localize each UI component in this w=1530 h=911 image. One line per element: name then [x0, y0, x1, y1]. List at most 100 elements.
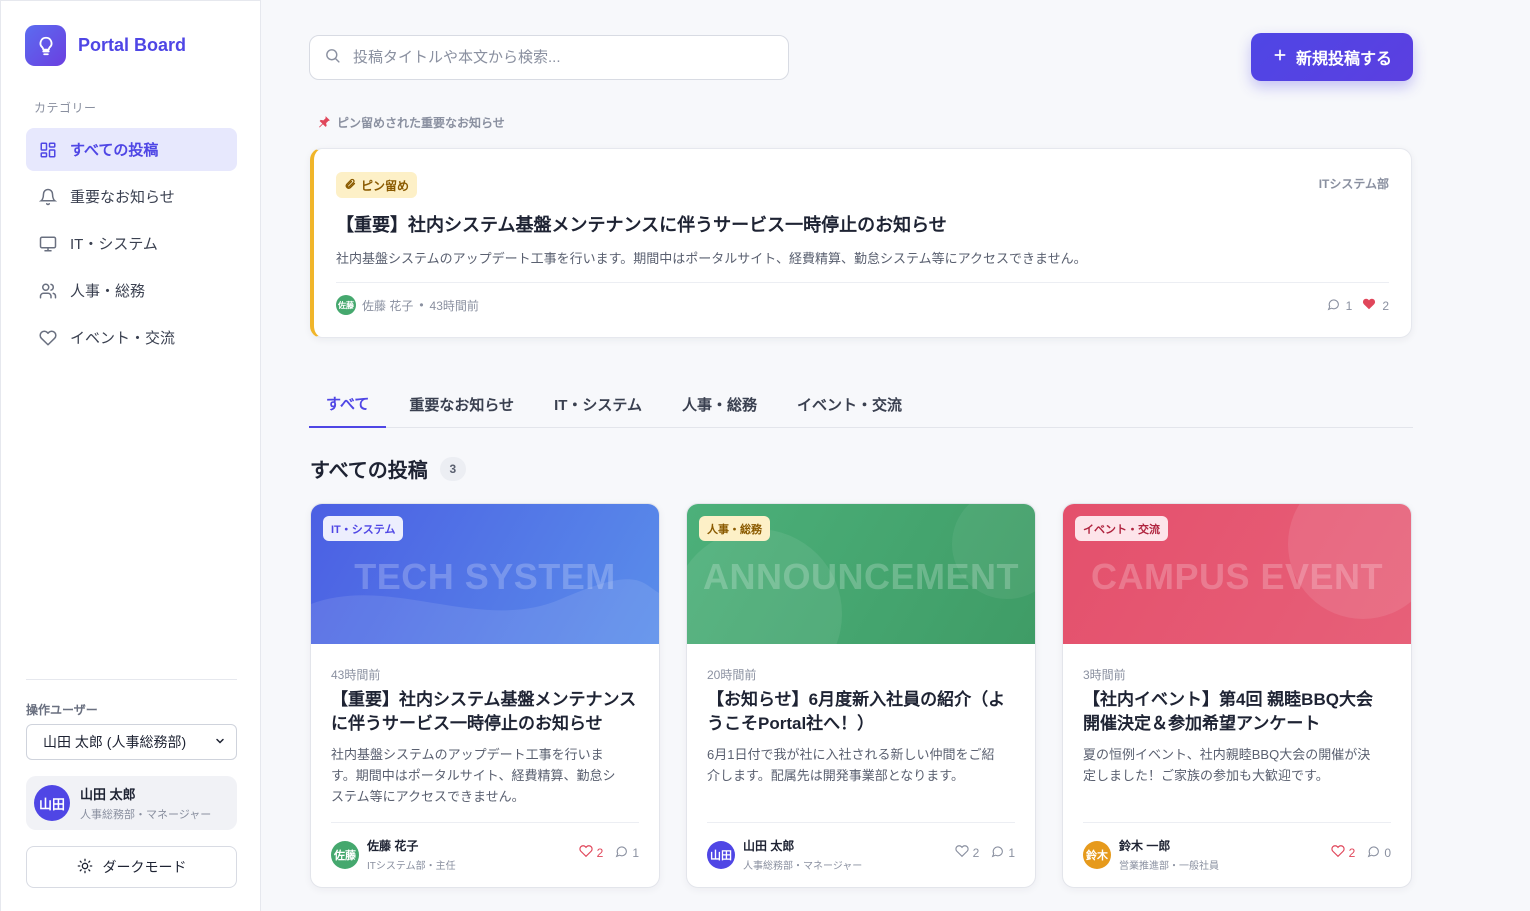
post-author: 鈴木 鈴木 一郎 営業推進部・一般社員	[1083, 837, 1219, 872]
section-header: すべての投稿 3	[310, 454, 466, 483]
post-time: 3時間前	[1083, 668, 1126, 682]
search-input[interactable]	[353, 49, 753, 66]
avatar: 山田	[707, 840, 735, 869]
sidebar: Portal Board カテゴリー すべての投稿 重要なお知らせ IT・システ…	[0, 0, 261, 911]
pinned-meta: 佐藤 佐藤 花子 • 43時間前	[336, 295, 479, 315]
heart-icon[interactable]	[954, 844, 969, 861]
card-hero: CAMPUS EVENT イベント・交流	[1063, 504, 1411, 644]
pinned-section-text: ピン留めされた重要なお知らせ	[337, 116, 505, 130]
category-tabs: すべて 重要なお知らせ IT・システム 人事・総務 イベント・交流	[309, 380, 1413, 428]
avatar: 鈴木	[1083, 840, 1111, 869]
sidebar-item-label: すべての投稿	[70, 142, 159, 159]
category-badge: 人事・総務	[699, 516, 770, 541]
section-title: すべての投稿	[310, 460, 428, 482]
comment-count: 1	[632, 845, 639, 860]
tab-it-system[interactable]: IT・システム	[537, 380, 659, 428]
sidebar-item-hr[interactable]: 人事・総務	[26, 269, 237, 312]
search-icon	[324, 47, 341, 69]
sidebar-item-important[interactable]: 重要なお知らせ	[26, 175, 237, 218]
card-divider	[1083, 822, 1391, 823]
post-time: 43時間前	[331, 668, 381, 682]
lightbulb-icon	[25, 25, 66, 66]
post-excerpt: 社内基盤システムのアップデート工事を行います。期間中はポータルサイト、経費精算、…	[331, 747, 616, 804]
comment-count: 0	[1384, 845, 1391, 860]
author-name: 鈴木 一郎	[1119, 839, 1171, 853]
heart-icon[interactable]	[578, 844, 593, 861]
pinned-post-card[interactable]: ピン留め ITシステム部 【重要】社内システム基盤メンテナンスに伴うサービス一時…	[310, 148, 1412, 338]
sidebar-item-all-posts[interactable]: すべての投稿	[26, 128, 237, 171]
sun-icon	[77, 858, 93, 877]
card-hero: TECH SYSTEM IT・システム	[311, 504, 659, 644]
pinned-badge: ピン留め	[336, 172, 418, 198]
tab-important[interactable]: 重要なお知らせ	[392, 380, 531, 428]
category-badge: IT・システム	[323, 516, 404, 541]
dark-mode-button[interactable]: ダークモード	[26, 846, 237, 888]
heart-icon	[38, 328, 58, 348]
tab-all[interactable]: すべて	[309, 380, 387, 428]
current-user-name: 山田 太郎	[80, 787, 136, 802]
sidebar-item-it-system[interactable]: IT・システム	[26, 222, 237, 265]
sidebar-item-label: 人事・総務	[70, 283, 146, 300]
comment-count: 1	[1008, 845, 1015, 860]
bell-icon	[38, 187, 58, 207]
paperclip-icon	[344, 178, 356, 193]
author-name: 山田 太郎	[743, 839, 795, 853]
heart-icon[interactable]	[1362, 297, 1376, 314]
pinned-dept: ITシステム部	[1318, 177, 1389, 191]
sidebar-item-events[interactable]: イベント・交流	[26, 316, 237, 359]
avatar: 佐藤	[331, 840, 359, 869]
post-card[interactable]: TECH SYSTEM IT・システム 43時間前 【重要】社内システム基盤メン…	[310, 503, 660, 888]
pinned-stats: 1 2	[1327, 297, 1389, 314]
author-role: 営業推進部・一般社員	[1119, 861, 1219, 872]
pinned-excerpt: 社内基盤システムのアップデート工事を行います。期間中はポータルサイト、経費精算、…	[336, 251, 1087, 266]
tab-hr[interactable]: 人事・総務	[665, 380, 774, 428]
heart-icon[interactable]	[1330, 844, 1345, 861]
comment-icon[interactable]	[991, 845, 1004, 861]
dark-mode-label: ダークモード	[102, 859, 187, 875]
author-name: 佐藤 花子	[367, 839, 419, 853]
pinned-divider	[336, 282, 1389, 283]
brand[interactable]: Portal Board	[25, 25, 186, 66]
comment-count: 1	[1345, 298, 1353, 313]
monitor-icon	[38, 234, 58, 254]
new-post-label: 新規投稿する	[1295, 51, 1392, 68]
pinned-title[interactable]: 【重要】社内システム基盤メンテナンスに伴うサービス一時停止のお知らせ	[336, 211, 947, 237]
sidebar-item-label: IT・システム	[70, 236, 158, 253]
sidebar-item-label: イベント・交流	[70, 330, 176, 347]
meta-separator: •	[419, 298, 424, 312]
tab-events[interactable]: イベント・交流	[780, 380, 919, 428]
new-post-button[interactable]: 新規投稿する	[1251, 33, 1413, 81]
card-watermark: ANNOUNCEMENT	[703, 556, 1019, 597]
post-card[interactable]: ANNOUNCEMENT 人事・総務 20時間前 【お知らせ】6月度新入社員の紹…	[686, 503, 1036, 888]
operator-user-select[interactable]: 山田 太郎 (人事総務部)	[26, 724, 237, 760]
pinned-badge-label: ピン留め	[361, 178, 410, 193]
pinned-time: 43時間前	[429, 298, 479, 313]
comment-icon[interactable]	[1367, 845, 1380, 861]
post-title[interactable]: 【お知らせ】6月度新入社員の紹介（ようこそPortal社へ！）	[707, 688, 1017, 736]
post-count-badge: 3	[439, 456, 466, 481]
author-role: ITシステム部・主任	[367, 861, 456, 872]
post-author: 山田 山田 太郎 人事総務部・マネージャー	[707, 837, 862, 872]
brand-name: Portal Board	[78, 35, 187, 55]
card-divider	[331, 822, 639, 823]
comment-icon[interactable]	[1327, 298, 1340, 314]
plus-icon	[1272, 47, 1288, 68]
pushpin-icon	[318, 115, 331, 131]
post-author: 佐藤 佐藤 花子 ITシステム部・主任	[331, 837, 456, 872]
post-title[interactable]: 【重要】社内システム基盤メンテナンスに伴うサービス一時停止のお知らせ	[331, 688, 641, 736]
avatar: 佐藤	[336, 295, 356, 315]
card-watermark: TECH SYSTEM	[354, 556, 616, 597]
search-bar	[309, 35, 789, 80]
like-count: 2	[972, 845, 980, 860]
post-time: 20時間前	[707, 668, 757, 682]
like-count: 2	[1382, 298, 1389, 313]
grid-icon	[38, 140, 58, 160]
post-excerpt: 夏の恒例イベント、社内親睦BBQ大会の開催が決定しました！ご家族の参加も大歓迎で…	[1083, 747, 1371, 783]
like-count: 2	[1348, 845, 1356, 860]
card-hero: ANNOUNCEMENT 人事・総務	[687, 504, 1035, 644]
card-divider	[707, 822, 1015, 823]
post-card[interactable]: CAMPUS EVENT イベント・交流 3時間前 【社内イベント】第4回 親睦…	[1062, 503, 1412, 888]
post-stats: 2 1	[954, 844, 1015, 861]
comment-icon[interactable]	[615, 845, 628, 861]
post-title[interactable]: 【社内イベント】第4回 親睦BBQ大会 開催決定＆参加希望アンケート	[1083, 688, 1393, 736]
